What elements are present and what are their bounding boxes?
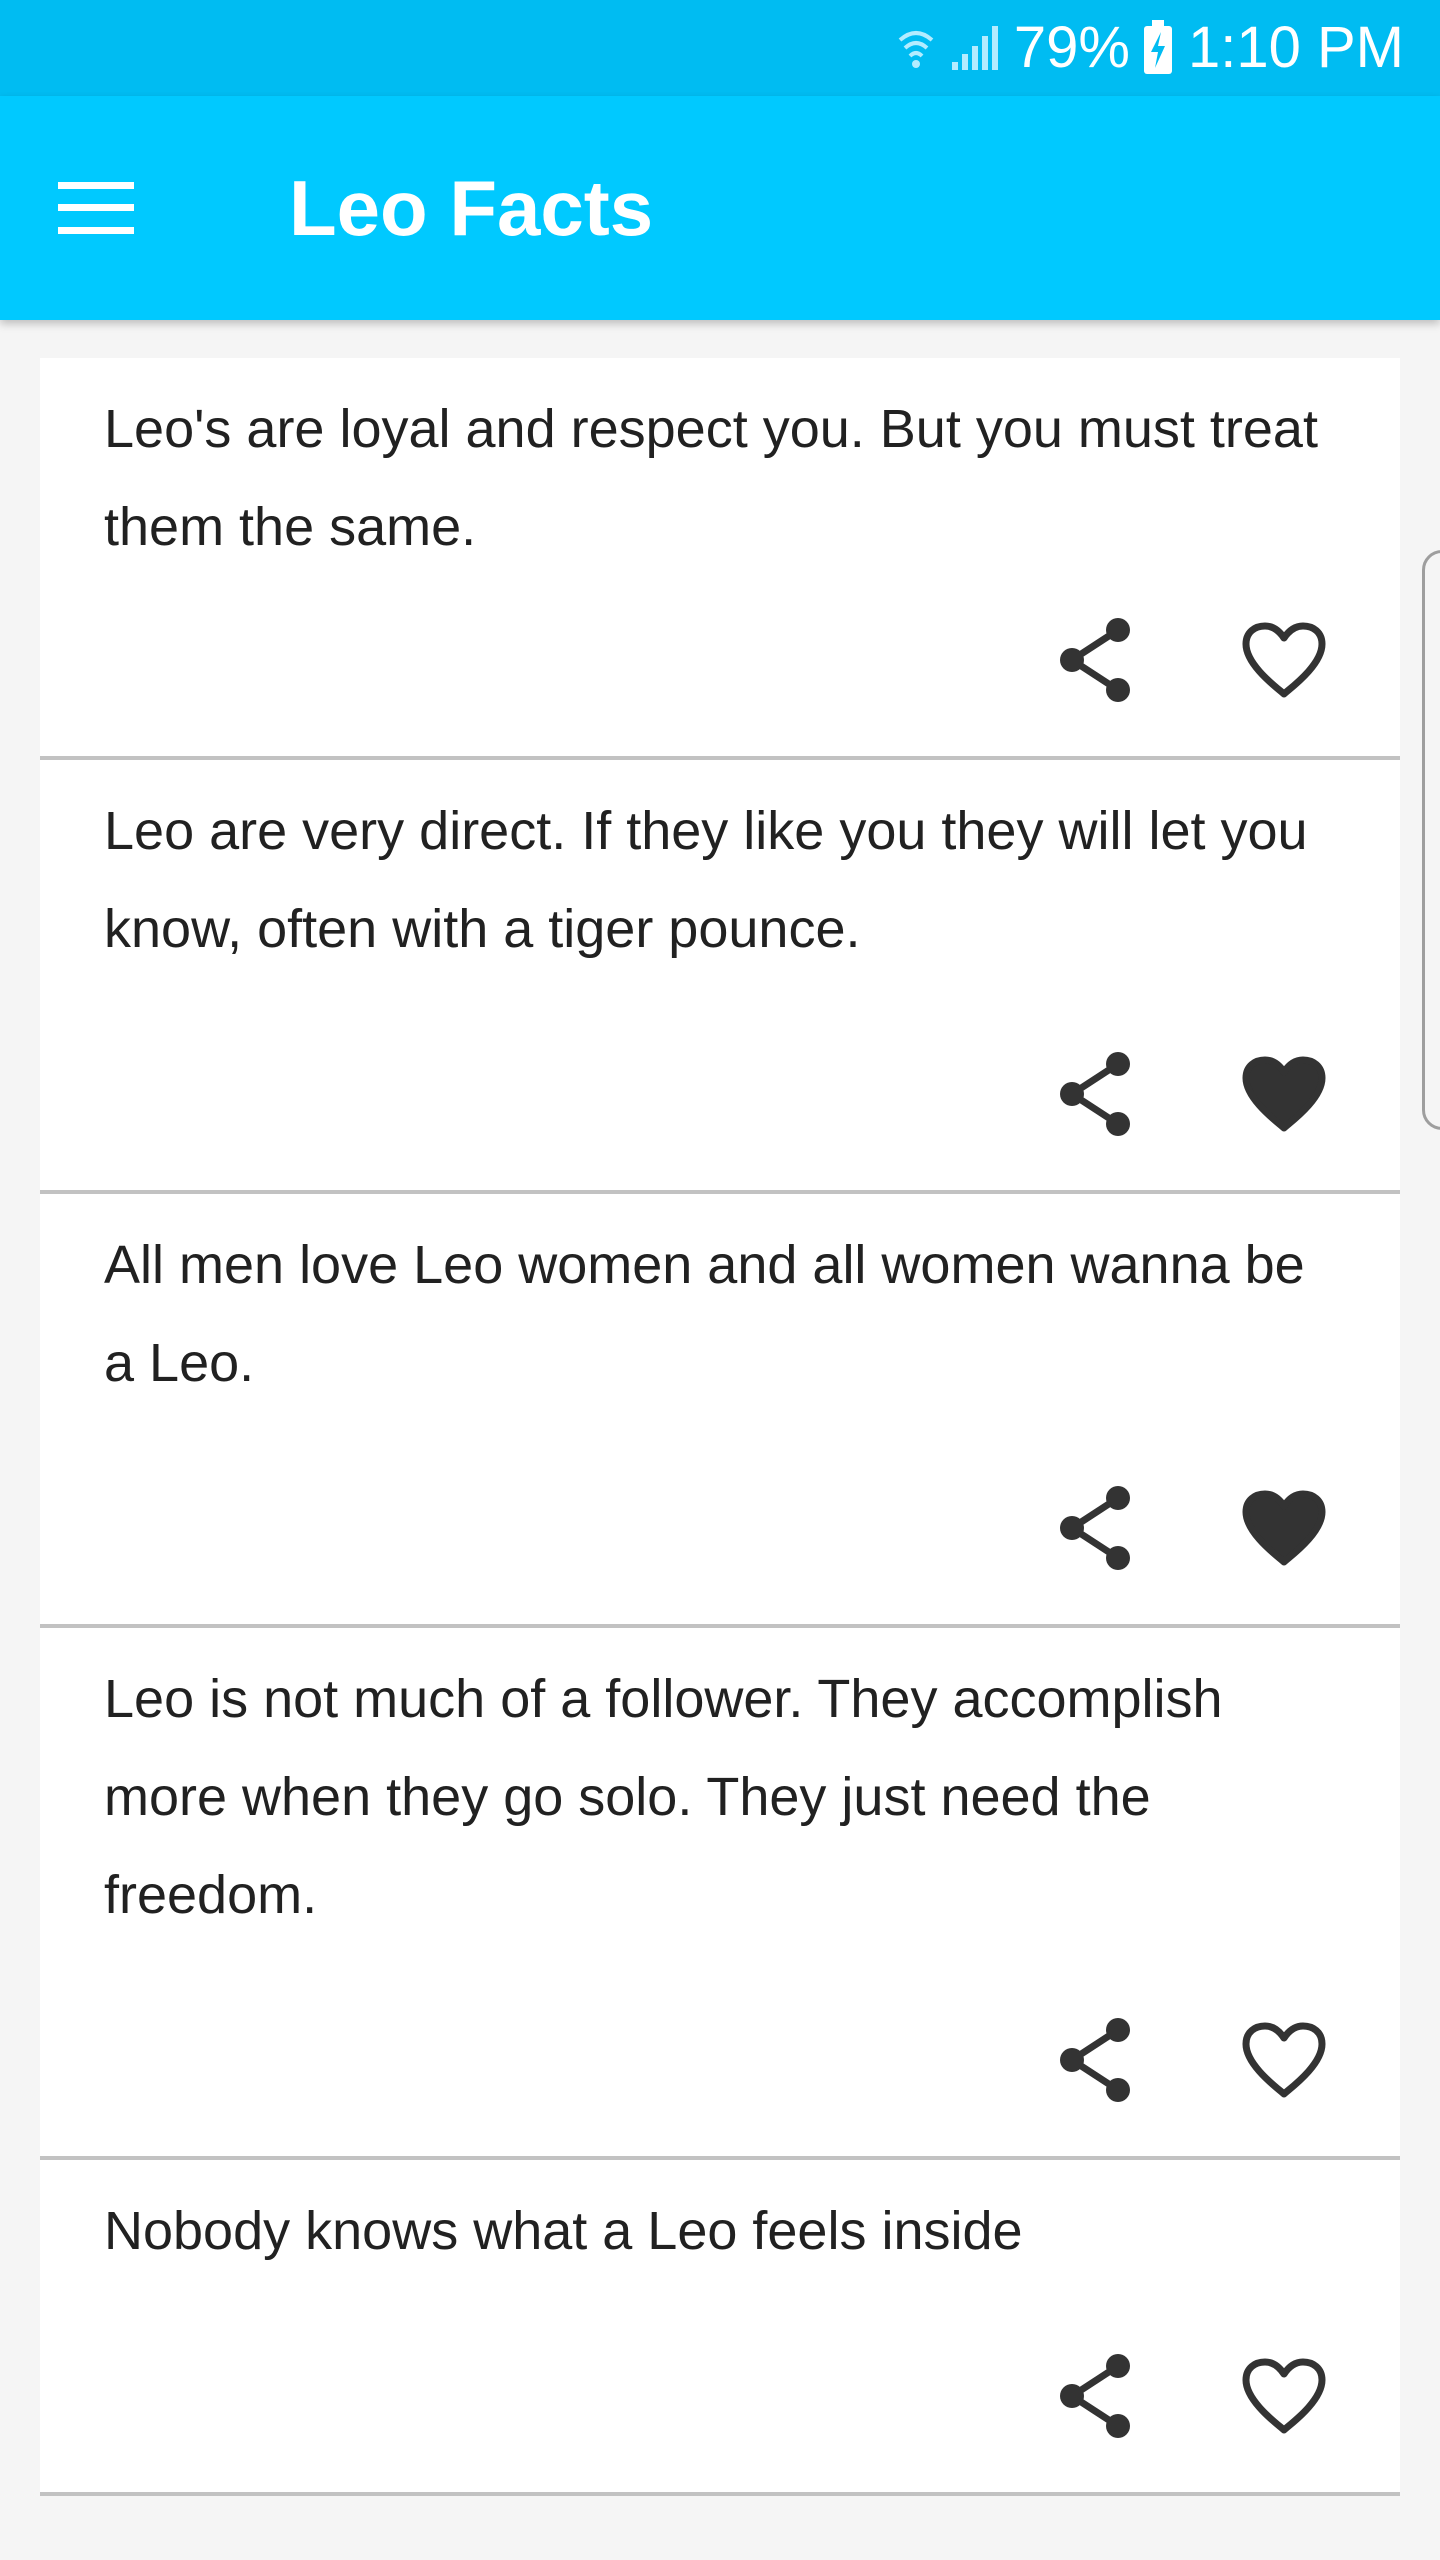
like-button[interactable] (1232, 1042, 1336, 1146)
edge-panel-handle[interactable] (1422, 550, 1440, 1130)
heart-outline-icon (1242, 622, 1326, 698)
fact-card: Leo's are loyal and respect you. But you… (40, 358, 1400, 760)
like-button[interactable] (1232, 608, 1336, 712)
share-button[interactable] (1044, 608, 1148, 712)
fact-text: All men love Leo women and all women wan… (104, 1235, 1305, 1393)
fact-text: Leo is not much of a follower. They acco… (104, 1669, 1223, 1925)
battery-percent: 79% (1013, 15, 1130, 80)
menu-button[interactable] (36, 162, 156, 254)
share-icon (1060, 1486, 1130, 1570)
fact-actions (1044, 608, 1336, 712)
status-time: 1:10 PM (1188, 15, 1404, 80)
fact-card: Leo is not much of a follower. They acco… (40, 1628, 1400, 2160)
share-button[interactable] (1044, 2008, 1148, 2112)
fact-actions (1044, 1042, 1336, 1146)
fact-actions (1044, 1476, 1336, 1580)
share-icon (1060, 618, 1130, 702)
fact-text: Leo's are loyal and respect you. But you… (104, 399, 1318, 557)
app-title: Leo Facts (289, 164, 654, 252)
share-button[interactable] (1044, 1476, 1148, 1580)
fact-card: Nobody knows what a Leo feels inside (40, 2160, 1400, 2496)
app-bar: Leo Facts (0, 96, 1440, 320)
wifi-icon (896, 22, 936, 74)
heart-filled-icon (1242, 1056, 1326, 1132)
like-button[interactable] (1232, 2344, 1336, 2448)
fact-card: Leo are very direct. If they like you th… (40, 760, 1400, 1194)
heart-filled-icon (1242, 1490, 1326, 1566)
like-button[interactable] (1232, 1476, 1336, 1580)
share-button[interactable] (1044, 1042, 1148, 1146)
fact-card: All men love Leo women and all women wan… (40, 1194, 1400, 1628)
battery-charging-icon (1142, 20, 1174, 76)
fact-actions (1044, 2008, 1336, 2112)
cell-signal-icon (950, 24, 1000, 72)
fact-text: Leo are very direct. If they like you th… (104, 801, 1308, 959)
share-icon (1060, 2354, 1130, 2438)
fact-text: Nobody knows what a Leo feels inside (104, 2201, 1023, 2261)
like-button[interactable] (1232, 2008, 1336, 2112)
fact-actions (1044, 2344, 1336, 2448)
facts-list: Leo's are loyal and respect you. But you… (40, 358, 1400, 2496)
status-bar: 79% 1:10 PM (0, 0, 1440, 96)
heart-outline-icon (1242, 2358, 1326, 2434)
hamburger-menu-icon (58, 182, 134, 234)
share-button[interactable] (1044, 2344, 1148, 2448)
share-icon (1060, 2018, 1130, 2102)
share-icon (1060, 1052, 1130, 1136)
heart-outline-icon (1242, 2022, 1326, 2098)
